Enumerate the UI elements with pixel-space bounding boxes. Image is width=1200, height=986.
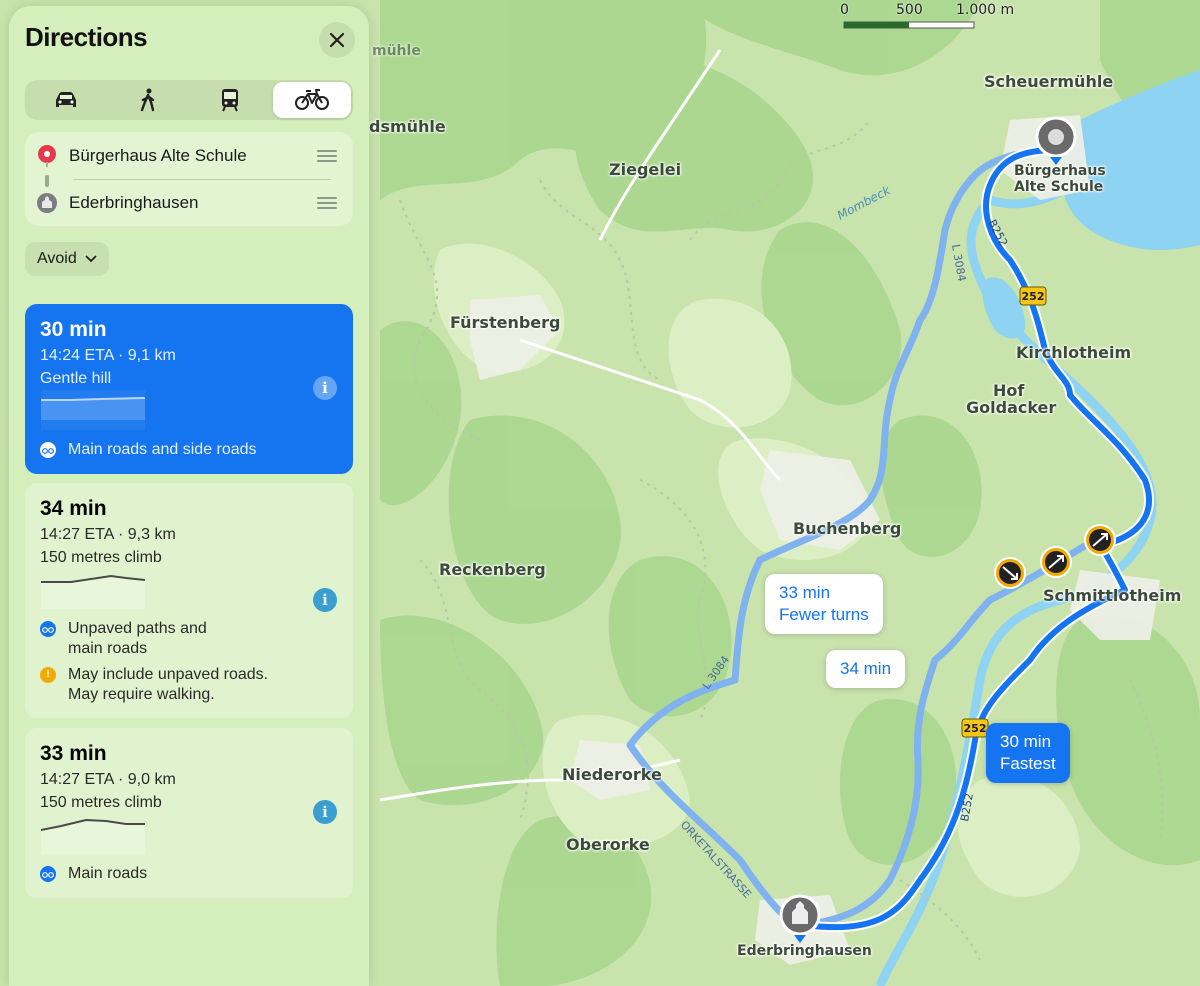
bicycle-icon [40,442,56,458]
place-label-buchenberg: Buchenberg [793,519,902,538]
directions-panel: Directions Bürgerhaus Alte Schule Ederbr… [9,6,369,986]
callout-sub: Fastest [1000,754,1056,773]
chevron-down-icon [85,255,97,263]
place-label-schmittlotheim: Schmittlotheim [1043,586,1182,605]
route-note: Main roads and side roads [40,440,257,460]
route-info-button[interactable]: i [313,588,337,612]
stop-destination[interactable]: Ederbringhausen [37,188,337,218]
mode-cycle[interactable] [273,82,351,118]
drag-handle-icon[interactable] [317,197,337,209]
origin-label-line1: Bürgerhaus [1014,163,1106,179]
road-shield-252-top: 252 [1019,286,1047,306]
route-eta-distance: 14:27 ETA · 9,0 km [40,771,176,788]
route-eta-distance: 14:27 ETA · 9,3 km [40,526,176,543]
stop-origin-label: Bürgerhaus Alte Schule [69,146,247,165]
place-label-ziegelei: Ziegelei [609,160,682,179]
route-climb: 150 metres climb [40,794,162,811]
place-label-oberorke: Oberorke [566,835,650,854]
place-label-scheuermuhle: Scheuermühle [984,72,1114,91]
route-callout-33min[interactable]: 33 min Fewer turns [765,574,883,634]
steep-slope-icon[interactable] [994,557,1026,589]
place-label-kirchlotheim: Kirchlotheim [1016,343,1132,362]
bicycle-icon [295,89,329,110]
route-note-text: Unpaved paths and main roads [68,620,207,657]
elevation-profile [41,574,145,609]
climb-icon-2[interactable] [1084,524,1116,556]
close-icon [329,32,345,48]
route-card-1[interactable]: 30 min 14:24 ETA · 9,1 km Gentle hill i … [25,304,353,474]
elevation-profile [41,818,145,854]
scale-bar [843,21,975,29]
route-callout-34min[interactable]: 34 min [826,650,906,688]
transit-icon [222,89,238,112]
route-warning: ! May include unpaved roads. May require… [40,665,298,705]
callout-time: 34 min [840,659,892,678]
place-label-muhle: mühle [372,43,421,59]
route-stops: Bürgerhaus Alte Schule Ederbringhausen [25,132,353,226]
climb-icon[interactable] [1040,546,1072,578]
stop-destination-label: Ederbringhausen [69,193,199,212]
transport-mode-selector [25,80,353,120]
bicycle-icon [40,621,56,637]
place-label-niederorke: Niederorke [562,765,662,784]
red-pin-icon [38,145,56,167]
route-card-2[interactable]: 34 min 14:27 ETA · 9,3 km 150 metres cli… [25,483,353,718]
avoid-label: Avoid [37,250,77,267]
mode-walk[interactable] [109,82,187,118]
stop-divider [73,179,331,180]
mode-drive[interactable] [27,82,105,118]
route-note: Main roads [40,864,147,884]
route-warning-text: May include unpaved roads. May require w… [68,666,269,703]
warning-icon: ! [40,667,56,683]
scale-label-max: 1.000 m [956,2,1015,18]
route-note: Unpaved paths and main roads [40,619,218,659]
route-note-text: Main roads and side roads [68,441,257,458]
origin-label-line2: Alte Schule [1014,179,1104,195]
place-label-reckenberg: Reckenberg [439,560,546,579]
route-callout-30min[interactable]: 30 min Fastest [986,723,1070,783]
drag-handle-icon[interactable] [317,150,337,162]
route-climb: 150 metres climb [40,549,162,566]
scale-label-mid: 500 [896,2,923,18]
car-icon [56,92,76,107]
route-info-button[interactable]: i [313,376,337,400]
city-icon [37,193,57,213]
avoid-dropdown[interactable]: Avoid [25,242,109,276]
route-info-button[interactable]: i [313,800,337,824]
svg-text:252: 252 [964,722,987,735]
place-label-dsmuhle: dsmühle [369,117,446,136]
scale-label-zero: 0 [840,2,849,18]
stop-connector [45,175,49,187]
bicycle-icon [40,866,56,882]
callout-time: 33 min [779,583,831,602]
callout-sub: Fewer turns [779,605,869,624]
route-card-3[interactable]: 33 min 14:27 ETA · 9,0 km 150 metres cli… [25,728,353,898]
callout-time: 30 min [1000,732,1052,751]
route-time: 34 min [40,497,107,520]
mode-transit[interactable] [191,82,269,118]
svg-text:252: 252 [1022,290,1045,303]
route-eta-distance: 14:24 ETA · 9,1 km [40,347,176,364]
elevation-profile [41,390,145,430]
route-note-text: Main roads [68,865,148,882]
place-label-goldacker: Goldacker [966,398,1057,417]
route-time: 33 min [40,742,107,765]
route-climb: Gentle hill [40,370,112,387]
place-label-ederbringhausen: Ederbringhausen [737,943,872,959]
panel-title: Directions [25,22,148,52]
walk-icon [140,88,155,112]
road-shield-252-bottom: 252 [961,718,989,738]
route-time: 30 min [40,318,107,341]
close-button[interactable] [319,22,355,58]
stop-origin[interactable]: Bürgerhaus Alte Schule [37,141,337,171]
place-label-furstenberg: Fürstenberg [450,313,561,332]
